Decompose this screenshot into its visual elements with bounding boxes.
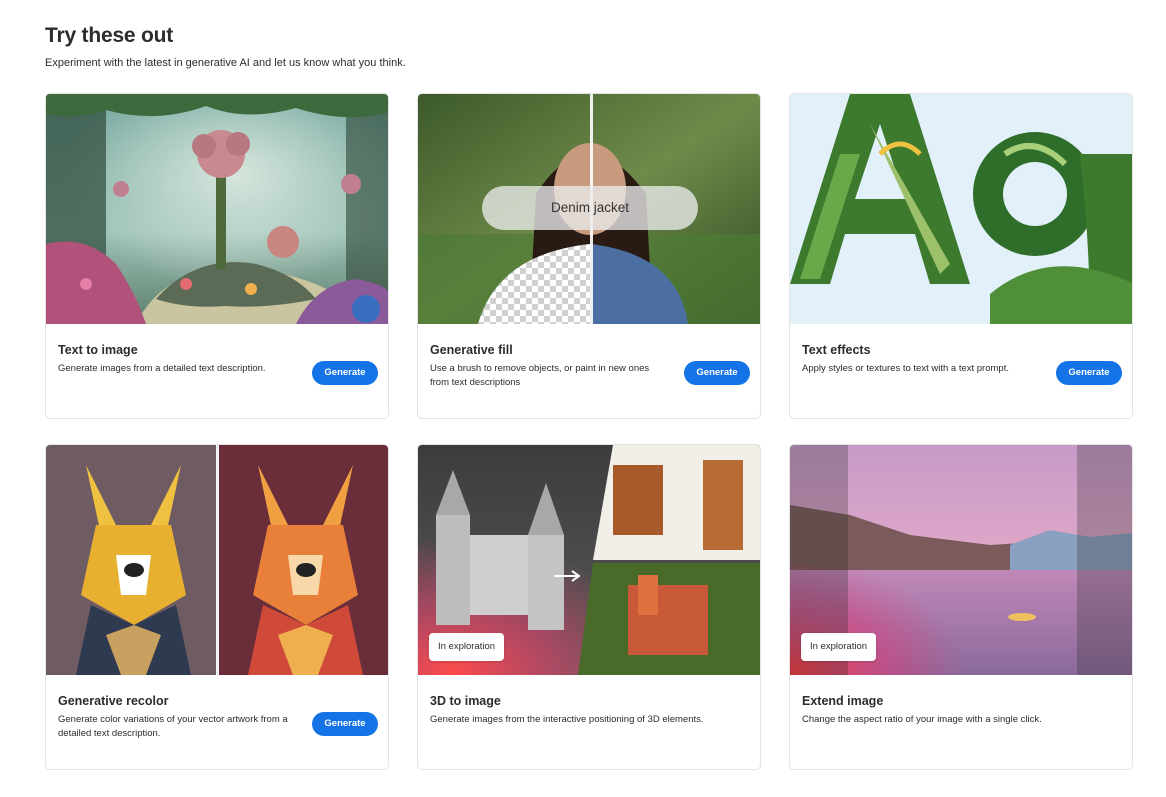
page-header: Try these out Experiment with the latest… xyxy=(45,24,406,69)
card-3d-to-image[interactable]: In exploration 3D to image Generate imag… xyxy=(417,444,761,770)
card-title: Text to image xyxy=(58,343,138,357)
card-title: 3D to image xyxy=(430,694,501,708)
fantasy-garden-image xyxy=(46,94,388,324)
card-body: 3D to image Generate images from the int… xyxy=(418,675,760,769)
card-description: Generate images from a detailed text des… xyxy=(58,363,266,374)
castle-3d-image: In exploration xyxy=(418,445,760,675)
leaf-letters-image xyxy=(790,94,1132,324)
card-description: Generate images from the interactive pos… xyxy=(430,714,704,725)
card-generative-fill[interactable]: Denim jacket Generative fill Use a brush… xyxy=(417,93,761,419)
prompt-pill: Denim jacket xyxy=(482,186,698,230)
card-description: Change the aspect ratio of your image wi… xyxy=(802,714,1042,725)
card-body: Extend image Change the aspect ratio of … xyxy=(790,675,1132,769)
dog-recolor-image xyxy=(46,445,388,675)
generate-button[interactable]: Generate xyxy=(312,712,378,736)
card-title: Generative fill xyxy=(430,343,513,357)
card-text-to-image[interactable]: Text to image Generate images from a det… xyxy=(45,93,389,419)
exploration-badge: In exploration xyxy=(429,633,505,661)
card-body: Generative recolor Generate color variat… xyxy=(46,675,388,769)
exploration-badge: In exploration xyxy=(801,633,877,661)
card-body: Text to image Generate images from a det… xyxy=(46,324,388,418)
card-description: Use a brush to remove objects, or paint … xyxy=(430,363,650,388)
card-title: Text effects xyxy=(802,343,871,357)
card-body: Generative fill Use a brush to remove ob… xyxy=(418,324,760,418)
card-body: Text effects Apply styles or textures to… xyxy=(790,324,1132,418)
lake-landscape-image: In exploration xyxy=(790,445,1132,675)
generate-button[interactable]: Generate xyxy=(684,361,750,385)
card-description: Apply styles or textures to text with a … xyxy=(802,363,1009,374)
page-title: Try these out xyxy=(45,24,174,47)
generate-button[interactable]: Generate xyxy=(1056,361,1122,385)
prompt-text: Denim jacket xyxy=(550,200,630,215)
portrait-fill-image: Denim jacket xyxy=(418,94,760,324)
card-text-effects[interactable]: Text effects Apply styles or textures to… xyxy=(789,93,1133,419)
page-subtitle: Experiment with the latest in generative… xyxy=(45,57,406,69)
card-description: Generate color variations of your vector… xyxy=(58,714,288,739)
card-title: Generative recolor xyxy=(58,694,169,708)
card-generative-recolor[interactable]: Generative recolor Generate color variat… xyxy=(45,444,389,770)
card-title: Extend image xyxy=(802,694,884,708)
generate-button[interactable]: Generate xyxy=(312,361,378,385)
card-extend-image[interactable]: In exploration Extend image Change the a… xyxy=(789,444,1133,770)
